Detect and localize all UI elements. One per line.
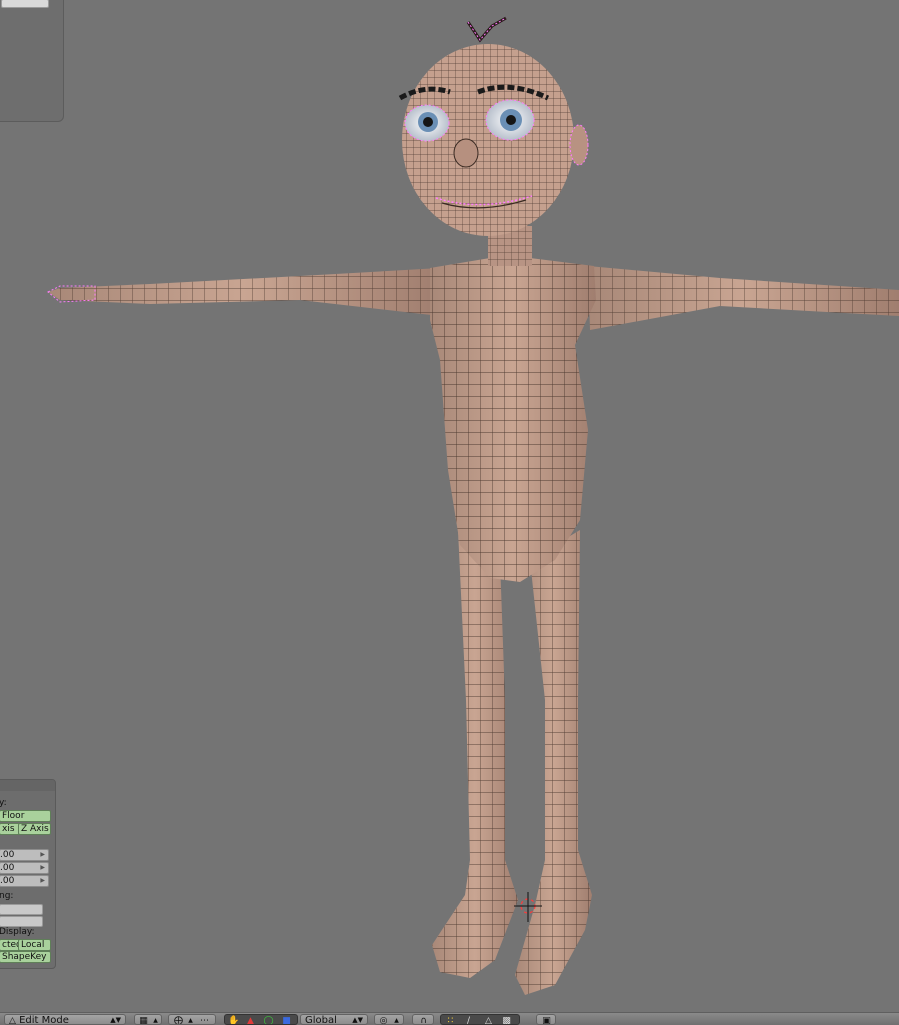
pivot-dropdown[interactable]: ⨁ ▲ ⋯ [168,1014,216,1025]
shapekey-button[interactable]: ShapeKey [0,951,51,963]
left-leg[interactable] [432,530,518,978]
spacing-field-1[interactable] [0,904,43,915]
arrow-right-icon: ▶ [40,864,45,871]
top-panel-field[interactable] [1,0,49,8]
floor-button[interactable]: Floor [0,810,51,822]
value-field-1[interactable]: .00 ▶ [0,849,49,861]
select-mode-group: ∷ ∕ △ ▩ [440,1014,520,1025]
left-arm[interactable] [47,268,440,316]
right-eye [485,99,535,141]
viewport-shading-dropdown[interactable]: ▦ ▲ [134,1014,162,1025]
section-label: y: [0,798,7,808]
snap-toggle[interactable]: ∩ [412,1014,434,1025]
viewport-header: △ Edit Mode ▲▼ ▦ ▲ ⨁ ▲ ⋯ ✋ ▲ ◯ ■ Global … [0,1012,899,1025]
render-preview-button[interactable]: ▣ [536,1014,556,1025]
spacing-label: ng: [0,891,14,901]
tool-panel-header[interactable] [0,780,55,791]
value-field-2[interactable]: .00 ▶ [0,862,49,874]
left-eye [404,104,450,142]
top-properties-panel [0,0,64,122]
torso[interactable] [430,258,596,582]
right-arm[interactable] [588,266,899,330]
z-axis-button[interactable]: Z Axis [18,823,51,835]
value-field-3[interactable]: .00 ▶ [0,875,49,887]
spacing-field-2[interactable] [0,916,43,927]
3d-viewport[interactable] [0,0,899,1012]
head[interactable] [398,16,589,236]
display-local-button[interactable]: Local [18,939,51,951]
manipulator-group: ✋ ▲ ◯ ■ [224,1014,298,1025]
character-mesh[interactable] [0,0,899,1012]
tool-options-panel: y: Floor xis Z Axis .00▶ .00▶ .00▶ ng: D… [0,779,56,969]
orientation-dropdown[interactable]: Global ▲▼ [300,1014,368,1025]
right-leg[interactable] [515,530,592,995]
proportional-edit-dropdown[interactable]: ◎ ▲ [374,1014,404,1025]
arrow-right-icon: ▶ [40,877,45,884]
mode-dropdown[interactable]: △ Edit Mode ▲▼ [4,1014,126,1025]
arrow-right-icon: ▶ [40,851,45,858]
display-label: Display: [0,927,35,937]
